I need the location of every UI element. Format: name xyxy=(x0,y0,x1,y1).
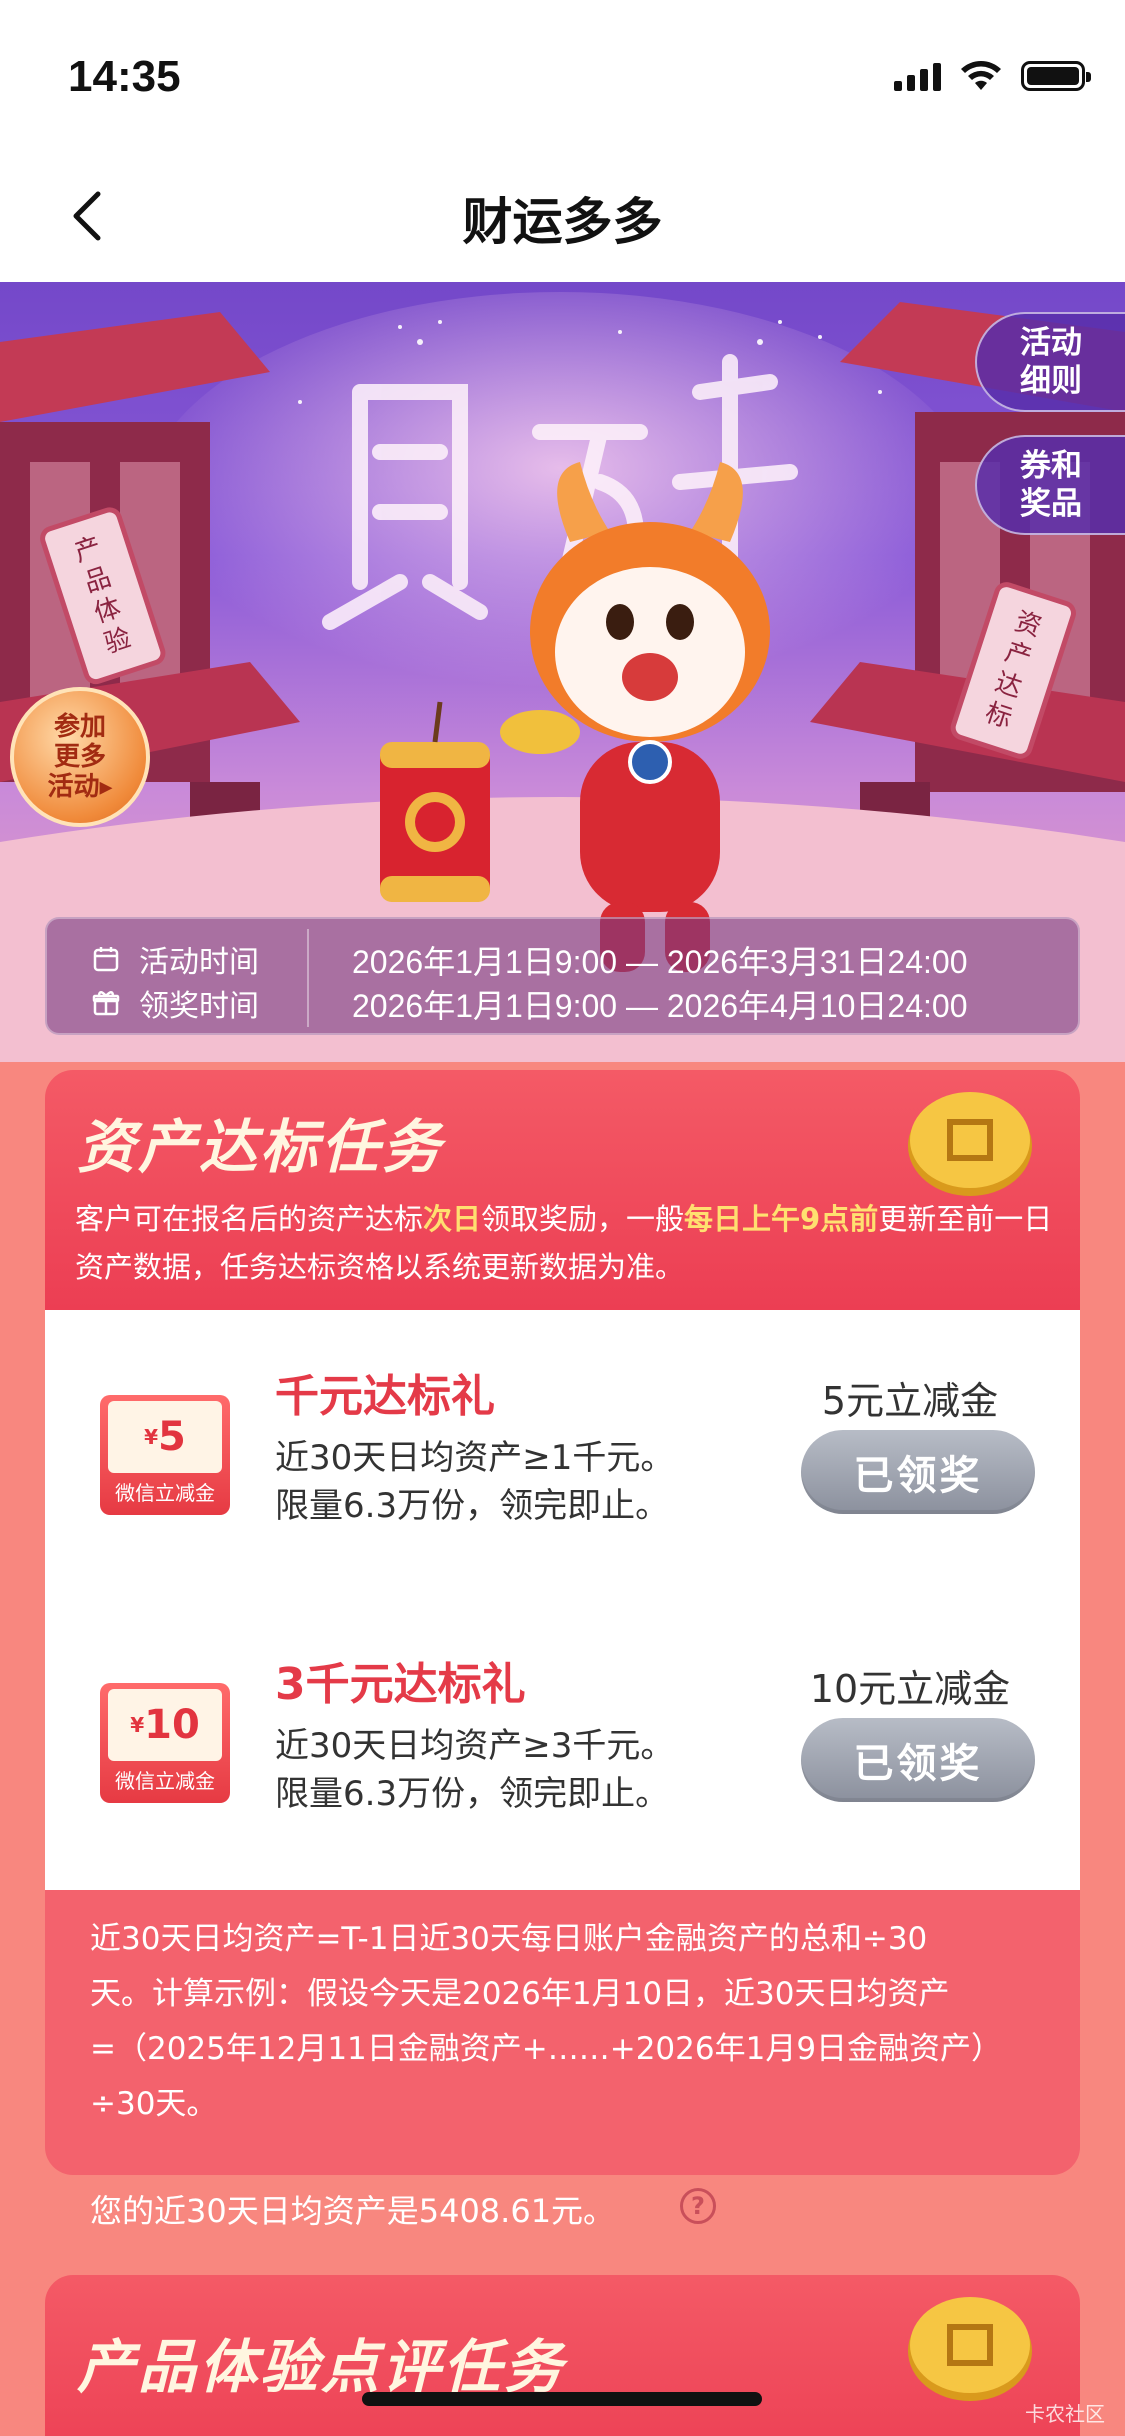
watermark: 卡农社区 xyxy=(1025,2402,1105,2426)
activity-time-row: 活动时间 2026年1月1日9:00 — 2026年3月31日24:00 xyxy=(47,937,1078,981)
formula-line: 天。计算示例：假设今天是2026年1月10日，近30天日均资产 xyxy=(90,1976,950,2012)
desc-highlight-9am: 每日上午9点前 xyxy=(684,1202,879,1236)
help-icon[interactable]: ? xyxy=(680,2188,716,2224)
formula-line: ÷30天。 xyxy=(90,2086,218,2122)
activity-time-panel: 活动时间 2026年1月1日9:00 — 2026年3月31日24:00 领奖时… xyxy=(45,917,1080,1035)
signal-icon xyxy=(894,61,941,91)
home-indicator[interactable] xyxy=(362,2392,762,2406)
ticket-value: 5 xyxy=(158,1414,186,1460)
ticket-currency: ¥ xyxy=(130,1713,145,1737)
nav-bar: 财运多多 xyxy=(0,150,1125,282)
ticket-caption: 微信立减金 xyxy=(115,1481,215,1505)
product-task-header: 产品体验点评任务 xyxy=(45,2275,1080,2436)
task-reward: 10元立减金 xyxy=(809,1667,1011,1711)
task-list: ¥5 微信立减金 千元达标礼 近30天日均资产≥1千元。 限量6.3万份，领完即… xyxy=(45,1310,1080,1890)
claim-time-label: 领奖时间 xyxy=(139,989,259,1024)
wechat-coupon-ticket: ¥5 微信立减金 xyxy=(100,1395,230,1515)
formula-line: 近30天日均资产=T-1日近30天每日账户金融资产的总和÷30 xyxy=(90,1921,928,1957)
join-more-label: 参加 更多 活动▸ xyxy=(47,712,113,802)
activity-time-label: 活动时间 xyxy=(139,945,259,980)
task-row-3000: ¥10 微信立减金 3千元达标礼 近30天日均资产≥3千元。 限量6.3万份，领… xyxy=(45,1598,1080,1878)
asset-task-header: 资产达标任务 客户可在报名后的资产达标次日领取奖励，一般每日上午9点前更新至前一… xyxy=(45,1070,1080,1310)
coupons-tab[interactable]: 券和 奖品 xyxy=(975,435,1125,535)
ticket-value: 10 xyxy=(144,1702,200,1748)
ticket-amount: ¥10 xyxy=(108,1689,222,1761)
task-reward: 5元立减金 xyxy=(821,1379,999,1423)
status-time: 14:35 xyxy=(68,52,181,101)
asset-formula-note: 近30天日均资产=T-1日近30天每日账户金融资产的总和÷30 天。计算示例：假… xyxy=(45,1890,1080,2175)
ticket-caption: 微信立减金 xyxy=(115,1769,215,1793)
asset-task-description: 客户可在报名后的资产达标次日领取奖励，一般每日上午9点前更新至前一日资产数据，任… xyxy=(75,1195,1065,1291)
status-bar: 14:35 xyxy=(0,0,1125,150)
rules-tab-label: 活动 细则 xyxy=(1020,325,1082,399)
desc-text-1: 客户可在报名后的资产达标 xyxy=(75,1202,424,1236)
claimed-button[interactable]: 已领奖 xyxy=(801,1718,1035,1802)
task-title: 3千元达标礼 xyxy=(275,1659,526,1710)
my-average-asset: 您的近30天日均资产是5408.61元。 xyxy=(90,2192,616,2230)
claim-time-row: 领奖时间 2026年1月1日9:00 — 2026年4月10日24:00 xyxy=(47,981,1078,1025)
coin-icon xyxy=(908,2297,1032,2401)
product-task-card: 产品体验点评任务 xyxy=(45,2275,1080,2436)
activity-time-value: 2026年1月1日9:00 — 2026年3月31日24:00 xyxy=(352,944,968,980)
coupons-tab-label: 券和 奖品 xyxy=(1020,448,1082,522)
calendar-icon xyxy=(93,947,119,972)
asset-task-card: 资产达标任务 客户可在报名后的资产达标次日领取奖励，一般每日上午9点前更新至前一… xyxy=(45,1070,1080,2175)
claimed-button[interactable]: 已领奖 xyxy=(801,1430,1035,1514)
task-limit: 限量6.3万份，领完即止。 xyxy=(275,1486,670,1526)
battery-icon xyxy=(1021,61,1091,91)
task-row-1000: ¥5 微信立减金 千元达标礼 近30天日均资产≥1千元。 限量6.3万份，领完即… xyxy=(45,1310,1080,1590)
task-limit: 限量6.3万份，领完即止。 xyxy=(275,1774,670,1814)
rules-tab[interactable]: 活动 细则 xyxy=(975,312,1125,412)
gift-icon xyxy=(92,991,120,1016)
ticket-amount: ¥5 xyxy=(108,1401,222,1473)
task-condition: 近30天日均资产≥1千元。 xyxy=(275,1438,675,1478)
status-icons xyxy=(894,60,1091,92)
join-more-activities-button[interactable]: 参加 更多 活动▸ xyxy=(10,687,150,827)
wifi-icon xyxy=(961,61,1001,90)
claim-time-value: 2026年1月1日9:00 — 2026年4月10日24:00 xyxy=(352,988,968,1024)
desc-highlight-next-day: 次日 xyxy=(423,1202,482,1236)
ticket-currency: ¥ xyxy=(144,1425,159,1449)
coin-icon xyxy=(908,1092,1032,1196)
wechat-coupon-ticket: ¥10 微信立减金 xyxy=(100,1683,230,1803)
task-title: 千元达标礼 xyxy=(275,1371,495,1422)
asset-task-title: 资产达标任务 xyxy=(77,1113,444,1181)
task-condition: 近30天日均资产≥3千元。 xyxy=(275,1726,675,1766)
formula-line: =（2025年12月11日金融资产+……+2026年1月9日金融资产） xyxy=(90,2031,1003,2067)
desc-text-2: 领取奖励，一般 xyxy=(481,1202,685,1236)
page-title: 财运多多 xyxy=(462,193,663,251)
